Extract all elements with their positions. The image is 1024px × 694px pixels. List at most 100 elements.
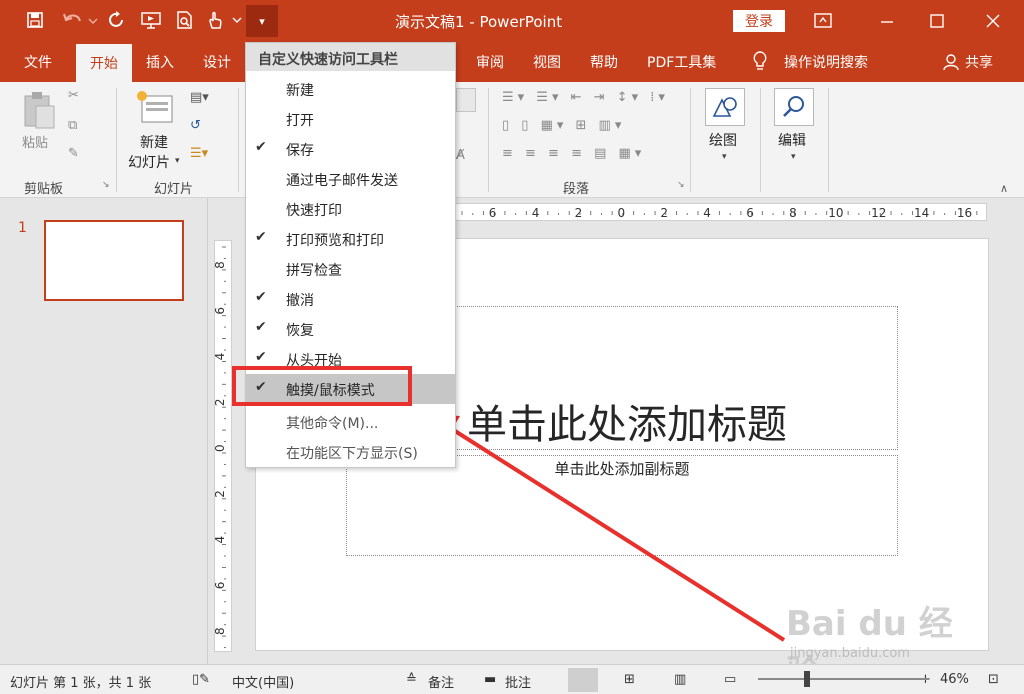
new-slide-label-line2[interactable]: 幻灯片 xyxy=(128,152,170,172)
ribbon-display-options-icon[interactable] xyxy=(808,8,838,34)
qat-menu-item-label: 保存 xyxy=(286,143,314,159)
reset-icon[interactable]: ↺ xyxy=(190,118,201,133)
slideshow-view-icon[interactable]: ▭ xyxy=(724,672,736,687)
cut-icon[interactable]: ✂ xyxy=(68,88,79,103)
fit-slide-icon[interactable]: ⊡ xyxy=(988,672,999,687)
layout-icon[interactable]: ▤▾ xyxy=(190,90,209,105)
clipboard-dialog-launcher-icon[interactable]: ↘ xyxy=(102,180,110,190)
zoom-slider-knob[interactable] xyxy=(804,671,810,687)
new-slide-icon[interactable] xyxy=(136,90,176,126)
sign-in-button[interactable]: 登录 xyxy=(733,10,785,32)
checkmark-icon: ✔ xyxy=(255,289,267,305)
ruler-label: 8 xyxy=(215,261,227,269)
ribbon-divider xyxy=(760,88,761,192)
qat-menu-item[interactable]: 打开 xyxy=(246,104,455,134)
find-icon[interactable] xyxy=(774,88,814,126)
qat-menu-item[interactable]: 在功能区下方显示(S) xyxy=(246,437,455,467)
comments-button[interactable]: 批注 xyxy=(505,672,531,691)
vertical-ruler: 8 6 4 2 0 2 4 6 8 xyxy=(214,240,232,652)
tab-design[interactable]: 设计 xyxy=(203,52,231,72)
slide-thumbnail[interactable] xyxy=(44,220,184,301)
ruler-label: 2 xyxy=(215,399,227,407)
notes-icon[interactable]: ≙ xyxy=(406,672,417,687)
minimize-icon[interactable] xyxy=(872,8,902,34)
qat-menu-item[interactable]: 其他命令(M)... xyxy=(246,407,455,437)
highlight-box xyxy=(232,366,412,406)
ruler-label: 12 xyxy=(871,206,886,220)
ruler-label: 8 xyxy=(215,627,227,635)
qat-menu-item[interactable]: ✔ 撤消 xyxy=(246,284,455,314)
start-slideshow-icon[interactable] xyxy=(140,9,162,31)
qat-menu-item-label: 新建 xyxy=(286,83,314,99)
paste-icon[interactable] xyxy=(22,90,56,130)
clear-formatting-icon[interactable]: A̸ xyxy=(456,148,465,163)
qat-menu-item[interactable]: 快速打印 xyxy=(246,194,455,224)
redo-icon[interactable] xyxy=(106,9,128,31)
shapes-icon[interactable] xyxy=(705,88,745,126)
chevron-down-icon[interactable]: ▾ xyxy=(175,156,180,166)
editing-label[interactable]: 编辑 xyxy=(778,130,806,150)
chevron-down-icon[interactable]: ▾ xyxy=(791,152,796,162)
clipboard-group-label: 剪贴板 xyxy=(24,182,64,197)
tab-file[interactable]: 文件 xyxy=(24,52,52,72)
close-icon[interactable] xyxy=(978,8,1008,34)
ruler-label: 4 xyxy=(703,206,711,220)
columns-icon[interactable]: ▯ ▯ ▦▾ ⊞ ▥▾ xyxy=(502,118,625,133)
bullets-icon[interactable]: ☰▾ ☰▾ ⇤ ⇥ ↕▾ ⁞▾ xyxy=(502,90,669,105)
slide-sorter-icon[interactable]: ⊞ xyxy=(624,672,635,687)
tab-home[interactable]: 开始 xyxy=(76,44,132,82)
ruler-label: 14 xyxy=(914,206,929,220)
tell-me-search[interactable]: 操作说明搜索 xyxy=(784,52,868,72)
chevron-down-icon[interactable]: ▾ xyxy=(722,152,727,162)
format-painter-icon[interactable]: ✎ xyxy=(68,146,79,161)
spell-check-icon[interactable]: ▯✎ xyxy=(192,672,210,687)
comments-icon[interactable]: ▬ xyxy=(484,672,496,687)
zoom-slider-track[interactable] xyxy=(758,678,928,680)
reading-view-icon[interactable]: ▥ xyxy=(674,672,686,687)
paragraph-dialog-launcher-icon[interactable]: ↘ xyxy=(677,180,685,190)
ruler-label: 8 xyxy=(789,206,797,220)
qat-menu-item[interactable]: ✔ 保存 xyxy=(246,134,455,164)
ruler-label: 6 xyxy=(215,307,227,315)
paste-label[interactable]: 粘贴 xyxy=(22,132,48,151)
tab-review[interactable]: 审阅 xyxy=(476,52,504,72)
qat-menu-item-label: 拼写检查 xyxy=(286,263,342,279)
ruler-label: 4 xyxy=(532,206,540,220)
zoom-level[interactable]: 46% xyxy=(940,672,969,687)
collapse-ribbon-icon[interactable]: ∧ xyxy=(1000,182,1008,195)
checkmark-icon: ✔ xyxy=(255,139,267,155)
qat-menu-item[interactable]: 拼写检查 xyxy=(246,254,455,284)
ruler-label: 0 xyxy=(215,444,227,452)
drawing-label[interactable]: 绘图 xyxy=(709,130,737,150)
copy-icon[interactable]: ⧉ xyxy=(68,118,77,133)
qat-menu-item[interactable]: ✔ 打印预览和打印 xyxy=(246,224,455,254)
maximize-icon[interactable] xyxy=(922,8,952,34)
ruler-label: 16 xyxy=(957,206,972,220)
qat-menu-item[interactable]: ✔ 恢复 xyxy=(246,314,455,344)
font-size-dropdown[interactable] xyxy=(456,88,476,112)
qat-menu-item[interactable]: 新建 xyxy=(246,74,455,104)
undo-icon[interactable] xyxy=(60,9,100,31)
qat-menu-item-label: 通过电子邮件发送 xyxy=(286,173,398,189)
align-icon[interactable]: ≡ ≡ ≡ ≡ ▤ ▦▾ xyxy=(502,146,645,161)
normal-view-icon[interactable] xyxy=(568,668,598,692)
tab-help[interactable]: 帮助 xyxy=(590,52,618,72)
tab-view[interactable]: 视图 xyxy=(533,52,561,72)
save-icon[interactable] xyxy=(24,9,46,31)
touch-mouse-mode-icon[interactable] xyxy=(206,9,244,31)
ribbon-tab-row: 文件 插入 设计 审阅 视图 帮助 PDF工具集 操作说明搜索 共享 xyxy=(0,42,1024,82)
qat-menu-item[interactable]: 通过电子邮件发送 xyxy=(246,164,455,194)
person-icon[interactable] xyxy=(942,53,960,71)
section-icon[interactable]: ☰▾ xyxy=(190,146,208,161)
tab-pdf-tools[interactable]: PDF工具集 xyxy=(647,52,716,72)
share-button[interactable]: 共享 xyxy=(965,52,993,72)
new-slide-label-line1[interactable]: 新建 xyxy=(140,132,168,152)
notes-button[interactable]: 备注 xyxy=(428,672,454,691)
tab-insert[interactable]: 插入 xyxy=(146,52,174,72)
print-preview-icon[interactable] xyxy=(174,9,196,31)
language-indicator[interactable]: 中文(中国) xyxy=(232,672,294,691)
lightbulb-icon[interactable] xyxy=(752,51,768,71)
customize-qat-button[interactable]: ▾ xyxy=(246,5,278,37)
watermark-url: jingyan.baidu.com xyxy=(790,646,910,661)
slide-number: 1 xyxy=(18,220,27,236)
